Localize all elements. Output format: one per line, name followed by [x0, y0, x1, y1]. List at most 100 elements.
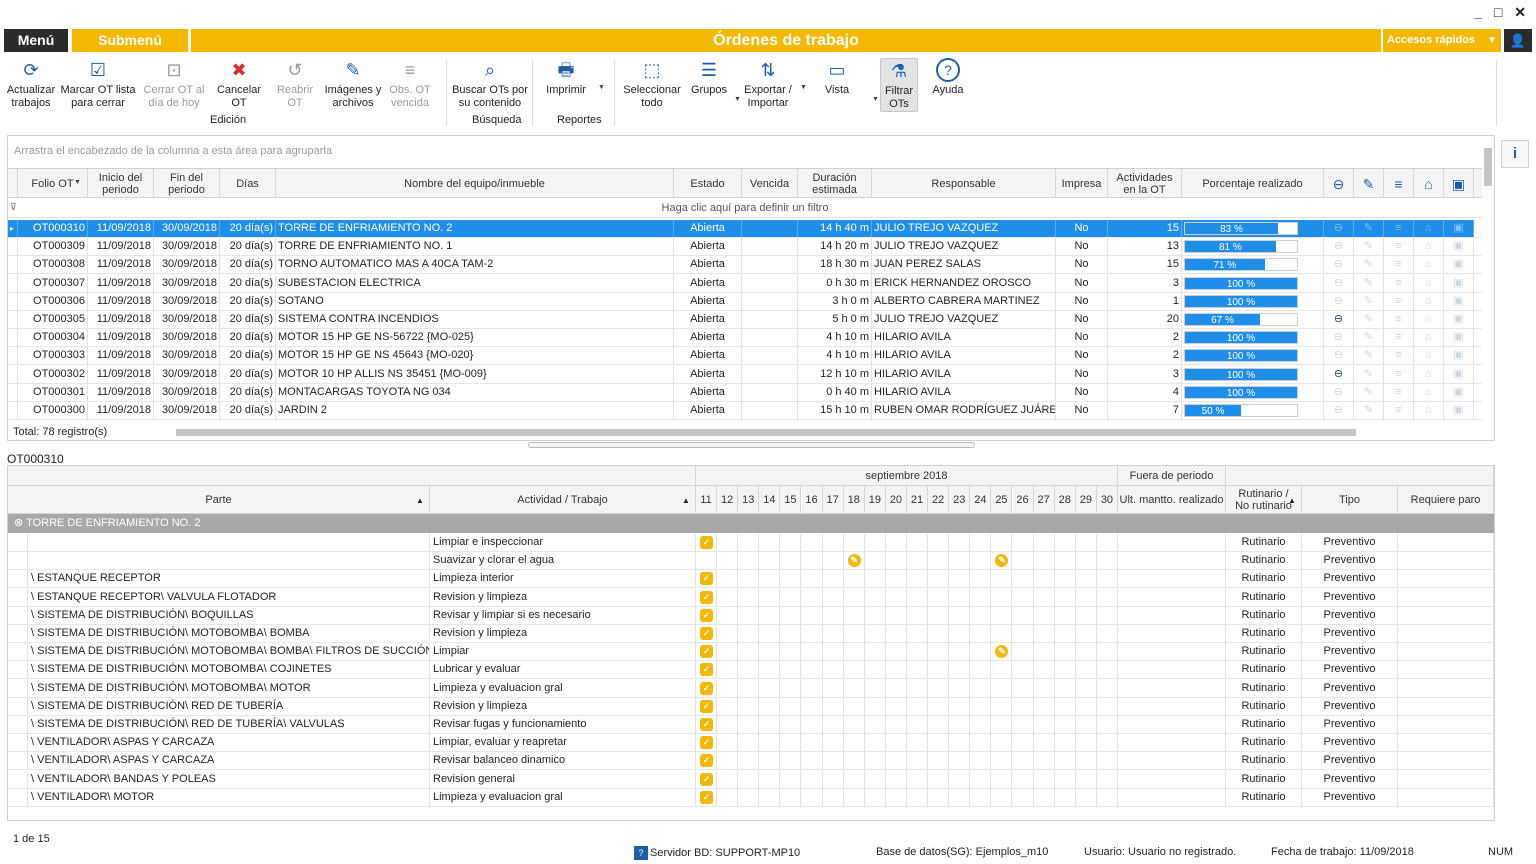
submenu-button[interactable]: Submenú [72, 29, 188, 52]
day-cell[interactable] [991, 770, 1013, 788]
day-cell[interactable] [970, 552, 992, 570]
day-cell[interactable] [738, 588, 760, 606]
help-button[interactable]: ? Ayuda [926, 58, 970, 97]
day-cell[interactable] [759, 752, 781, 770]
day-cell[interactable] [928, 734, 950, 752]
day-cell[interactable] [1097, 770, 1118, 788]
table-row[interactable]: OT000304 11/09/2018 30/09/2018 20 día(s) MOT… [8, 329, 1482, 348]
day-cell[interactable] [865, 606, 886, 624]
column-header-tipo[interactable]: Tipo [1302, 486, 1398, 514]
notes-icon[interactable]: ≡ [1384, 347, 1414, 365]
day-cell[interactable] [802, 588, 823, 606]
day-cell[interactable] [886, 643, 907, 661]
day-cell[interactable] [949, 552, 971, 570]
day-cell[interactable] [949, 716, 971, 733]
day-cell[interactable] [865, 625, 886, 642]
day-cell[interactable] [1076, 752, 1097, 770]
day-cell[interactable] [738, 752, 760, 770]
day-cell[interactable] [1034, 679, 1055, 697]
day-cell[interactable] [802, 643, 823, 661]
day-cell[interactable] [928, 625, 950, 642]
day-cell[interactable] [949, 679, 971, 697]
day-cell[interactable] [886, 679, 907, 697]
day-cell[interactable] [717, 788, 739, 806]
collapse-icon[interactable]: ⊗ [14, 517, 26, 529]
day-cell[interactable] [928, 770, 950, 788]
day-cell[interactable] [907, 661, 929, 679]
column-header[interactable]: Fin del periodo [154, 169, 220, 198]
day-cell[interactable] [886, 625, 907, 642]
column-header-paro[interactable]: Requiere paro [1398, 486, 1494, 514]
notes-icon[interactable]: ≡ [1384, 329, 1414, 347]
table-row[interactable]: ▸ OT000310 11/09/2018 30/09/2018 20 día(s) TO… [8, 220, 1482, 238]
print-icon[interactable]: ⌂ [1414, 220, 1444, 237]
day-cell[interactable] [1013, 570, 1034, 588]
day-cell[interactable] [1055, 552, 1076, 570]
minus-icon[interactable]: ⊖ [1324, 383, 1354, 401]
camera-icon[interactable]: ▣ [1444, 329, 1474, 347]
print-icon[interactable]: ⌂ [1414, 347, 1444, 365]
day-cell[interactable] [823, 752, 844, 770]
day-cell[interactable] [1034, 625, 1055, 642]
day-cell[interactable] [823, 552, 844, 570]
day-cell[interactable] [1055, 534, 1076, 551]
check-icon[interactable]: ✓ [700, 645, 713, 659]
day-cell[interactable] [886, 661, 907, 679]
day-cell[interactable] [738, 643, 760, 661]
day-cell[interactable] [1097, 625, 1118, 642]
day-cell[interactable] [780, 788, 802, 806]
day-cell[interactable] [1034, 534, 1055, 551]
column-header[interactable]: Estado [674, 169, 742, 198]
day-cell[interactable] [1034, 770, 1055, 788]
day-cell[interactable] [907, 643, 929, 661]
day-cell[interactable] [949, 734, 971, 752]
day-cell[interactable] [1055, 625, 1076, 642]
table-row[interactable]: OT000308 11/09/2018 30/09/2018 20 día(s) TOR… [8, 256, 1482, 275]
tool-icon[interactable]: ✎ [1354, 274, 1384, 292]
day-cell[interactable] [717, 552, 739, 570]
day-cell[interactable] [1034, 697, 1055, 715]
notes-icon[interactable]: ≡ [1384, 383, 1414, 401]
day-cell[interactable] [907, 625, 929, 642]
day-cell[interactable] [865, 661, 886, 679]
check-icon[interactable]: ✓ [700, 572, 713, 586]
check-icon[interactable]: ✓ [700, 790, 713, 804]
list-item[interactable]: \ SISTEMA DE DISTRIBUCIÓN\ MOTOBOMBA\ CO… [8, 661, 1494, 680]
day-cell[interactable] [738, 679, 760, 697]
day-cell[interactable] [1076, 606, 1097, 624]
list-item[interactable]: Suavizar y clorar el agua ✎ ✎ Rutinario Prev… [8, 552, 1494, 571]
day-cell[interactable] [991, 661, 1013, 679]
print-icon[interactable]: ⌂ [1414, 329, 1444, 347]
day-cell[interactable] [1097, 752, 1118, 770]
day-cell[interactable] [1055, 588, 1076, 606]
column-header-parte[interactable]: Parte [8, 486, 430, 514]
day-cell[interactable] [738, 534, 760, 551]
day-cell[interactable] [886, 697, 907, 715]
day-cell[interactable] [802, 679, 823, 697]
day-cell[interactable] [928, 679, 950, 697]
day-cell[interactable] [780, 734, 802, 752]
day-cell[interactable] [949, 697, 971, 715]
day-cell[interactable] [1013, 679, 1034, 697]
day-cell[interactable] [823, 606, 844, 624]
day-cell[interactable] [907, 588, 929, 606]
print-icon[interactable]: ⌂ [1414, 311, 1444, 328]
column-header-ult[interactable]: Ult. mantto. realizado [1118, 486, 1226, 514]
day-cell[interactable] [738, 697, 760, 715]
print-button[interactable]: 🖶 Imprimir [538, 58, 594, 97]
day-cell[interactable] [780, 534, 802, 551]
pending-icon[interactable]: ✎ [847, 554, 861, 568]
day-cell[interactable] [802, 606, 823, 624]
day-cell[interactable] [717, 643, 739, 661]
column-header[interactable]: Responsable [872, 169, 1056, 198]
day-cell[interactable] [1076, 770, 1097, 788]
day-cell[interactable] [717, 661, 739, 679]
dropdown-arrow-icon[interactable]: ▼ [800, 84, 807, 91]
day-cell[interactable] [1034, 788, 1055, 806]
list-item[interactable]: \ SISTEMA DE DISTRIBUCIÓN\ MOTOBOMBA\ BO… [8, 643, 1494, 662]
day-cell[interactable] [1034, 606, 1055, 624]
day-cell[interactable] [970, 661, 992, 679]
day-cell[interactable] [1013, 552, 1034, 570]
day-cell[interactable] [1013, 643, 1034, 661]
day-cell[interactable] [823, 570, 844, 588]
